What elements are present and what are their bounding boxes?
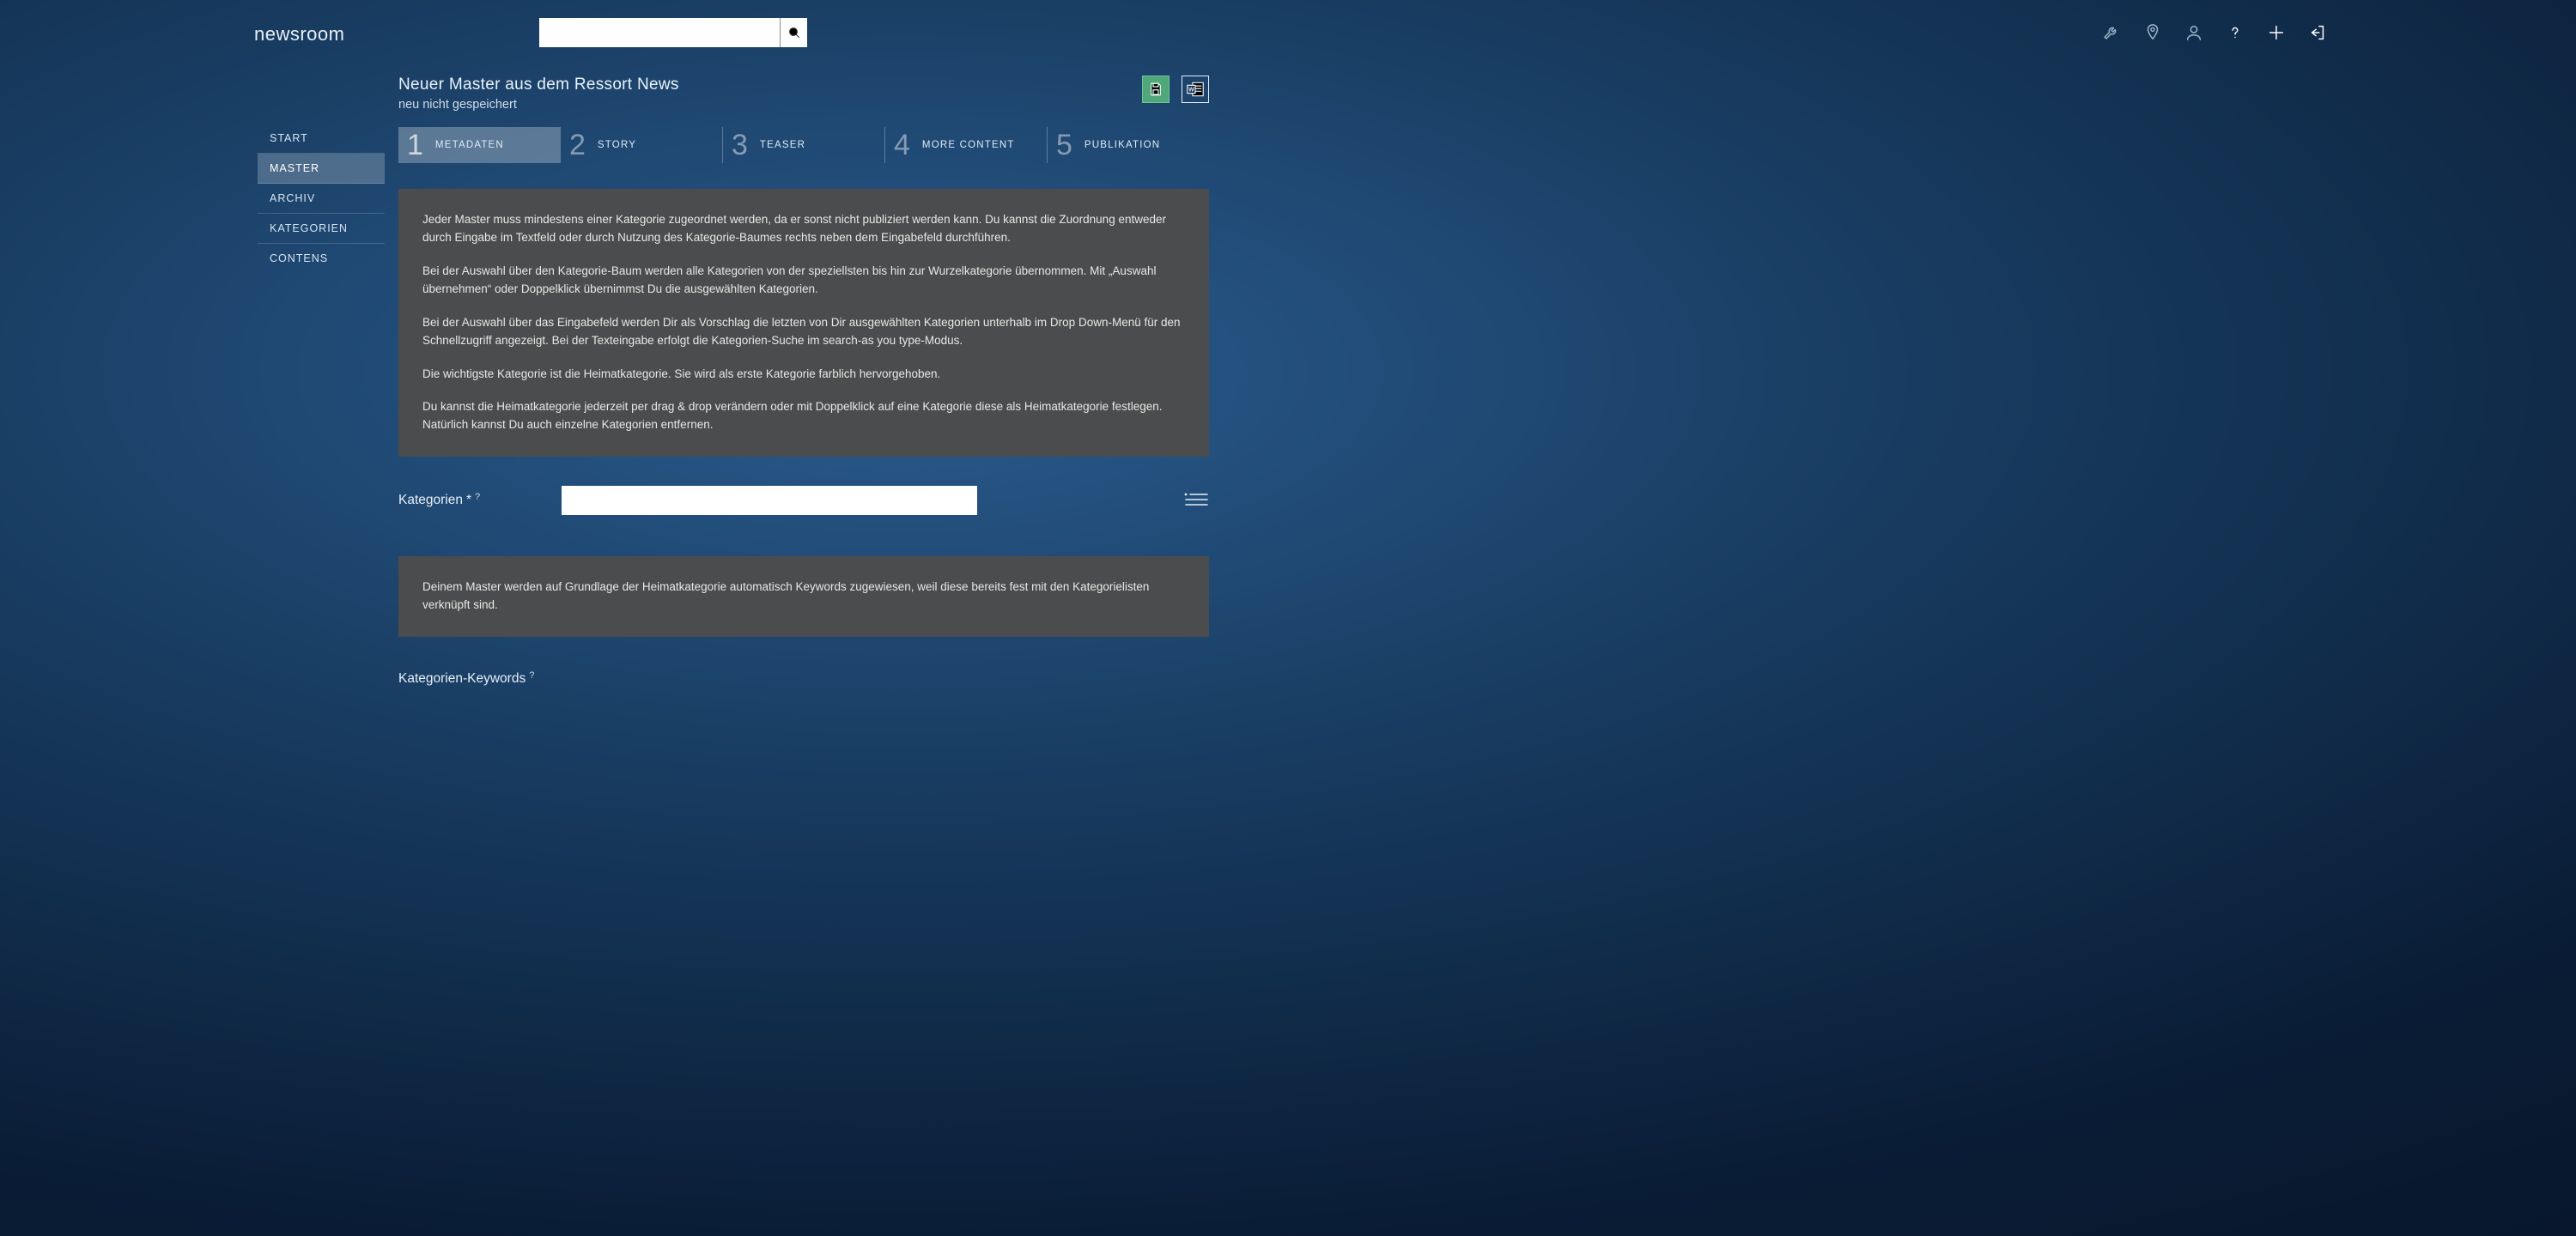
info-panel-kategorien: Jeder Master muss mindestens einer Kateg… [398,189,1209,457]
logout-icon[interactable] [2308,23,2327,42]
save-button[interactable] [1142,76,1170,103]
info-panel-keywords: Deinem Master werden auf Grundlage der H… [398,556,1209,637]
list-icon [1183,491,1209,508]
help-icon[interactable] [2226,23,2245,42]
kategorien-input[interactable] [562,486,977,515]
step-tabs: 1 METADATEN 2 STORY 3 TEASER 4 MORE CONT… [398,127,1209,163]
info-text: Du kannst die Heimatkategorie jederzeit … [422,398,1185,434]
save-icon [1148,82,1163,97]
help-marker[interactable]: ? [529,670,534,681]
sidebar-item-start[interactable]: START [258,124,385,154]
label-text: Kategorien [398,493,463,508]
kategorien-row: Kategorien * ? [398,486,1209,515]
category-tree-button[interactable] [1183,491,1209,510]
user-icon[interactable] [2184,23,2203,42]
step-metadaten[interactable]: 1 METADATEN [398,127,560,163]
info-text: Die wichtigste Kategorie ist die Heimatk… [422,366,1185,384]
svg-text:W: W [1188,87,1194,93]
step-number: 2 [569,130,586,160]
sidebar-item-archiv[interactable]: ARCHIV [258,184,385,214]
sidebar-item-kategorien[interactable]: KATEGORIEN [258,214,385,244]
wrench-icon[interactable] [2102,23,2121,42]
step-label: METADATEN [435,140,504,150]
step-label: TEASER [760,140,805,150]
info-text: Deinem Master werden auf Grundlage der H… [422,579,1185,615]
required-marker: * [466,493,471,508]
step-teaser[interactable]: 3 TEASER [722,127,884,163]
step-label: PUBLIKATION [1084,140,1160,150]
search-input[interactable] [539,18,780,47]
sidebar-item-contens[interactable]: CONTENS [258,244,385,273]
info-text: Jeder Master muss mindestens einer Kateg… [422,211,1185,247]
search [539,18,807,47]
step-label: STORY [598,140,636,150]
step-number: 1 [407,130,423,160]
plus-icon[interactable] [2267,23,2286,42]
sidebar-item-master[interactable]: MASTER [258,154,385,184]
word-export-button[interactable]: W [1182,76,1209,103]
search-icon [787,26,801,39]
brand-logo: newsroom [0,20,385,45]
info-text: Bei der Auswahl über den Kategorie-Baum … [422,263,1185,299]
step-number: 4 [894,130,910,160]
page-title: Neuer Master aus dem Ressort News [398,76,679,94]
help-marker[interactable]: ? [475,492,480,502]
word-icon: W [1187,82,1204,97]
top-icons [2102,23,2550,42]
pin-icon[interactable] [2143,23,2162,42]
step-more-content[interactable]: 4 MORE CONTENT [884,127,1047,163]
step-publikation[interactable]: 5 PUBLIKATION [1047,127,1209,163]
topbar: newsroom [0,0,2576,55]
step-number: 3 [732,130,748,160]
heading-text: Kategorien-Keywords [398,671,526,687]
kategorien-label: Kategorien * ? [398,493,562,508]
sidebar: START MASTER ARCHIV KATEGORIEN CONTENS [0,76,385,687]
page-subtitle: neu nicht gespeichert [398,98,679,112]
info-text: Bei der Auswahl über das Eingabefeld wer… [422,314,1185,350]
kategorien-keywords-heading: Kategorien-Keywords ? [398,671,1209,687]
search-button[interactable] [780,18,807,47]
step-label: MORE CONTENT [922,140,1015,150]
main-content: Neuer Master aus dem Ressort News neu ni… [385,76,1467,687]
step-story[interactable]: 2 STORY [560,127,722,163]
step-number: 5 [1056,130,1072,160]
